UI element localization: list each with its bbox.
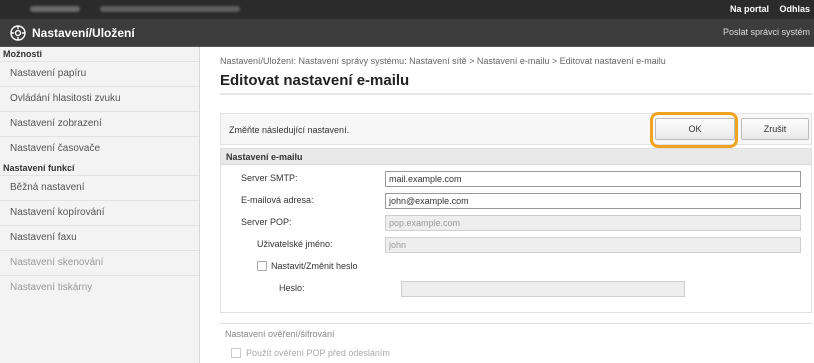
page-title: Editovat nastavení e-mailu (220, 72, 410, 89)
password-row: Heslo: (221, 278, 811, 300)
sidebar-item-volume[interactable]: Ovládání hlasitosti zvuku (0, 86, 199, 110)
title-bar: Nastavení/Uložení Poslat správci systém (0, 19, 814, 47)
password-input[interactable] (401, 281, 685, 297)
sidebar-item-scan[interactable]: Nastavení skenování (0, 250, 199, 274)
username-row: Uživatelské jméno: john (221, 234, 811, 256)
username-input[interactable]: john (385, 237, 801, 253)
sidebar-item-display[interactable]: Nastavení zobrazení (0, 111, 199, 135)
settings-icon (10, 25, 26, 41)
sidebar: Možnosti Nastavení papíru Ovládání hlasi… (0, 47, 200, 363)
smtp-row: Server SMTP: mail.example.com (221, 168, 811, 190)
ok-button[interactable]: OK (655, 118, 735, 140)
sidebar-item-common[interactable]: Běžná nastavení (0, 175, 199, 199)
sidebar-item-copy[interactable]: Nastavení kopírování (0, 200, 199, 224)
set-password-label: Nastavit/Změnit heslo (271, 261, 358, 271)
page-title-bar-text: Nastavení/Uložení (32, 26, 135, 40)
set-password-row: Nastavit/Změnit heslo (221, 256, 811, 278)
action-bar: Změňte následující nastavení. OK Zrušit (220, 112, 812, 148)
top-bar: Na portal Odhlas (0, 0, 814, 19)
email-section-title: Nastavení e-mailu (221, 149, 811, 165)
sidebar-item-paper[interactable]: Nastavení papíru (0, 61, 199, 85)
sidebar-section-functions: Nastavení funkcí (3, 163, 75, 173)
change-note: Změňte následující nastavení. (229, 125, 350, 135)
portal-link[interactable]: Na portal (730, 4, 769, 14)
sidebar-item-printer[interactable]: Nastavení tiskárny (0, 275, 199, 299)
email-input[interactable]: john@example.com (385, 193, 801, 209)
auth-section-title: Nastavení ověření/šifrování (225, 329, 335, 339)
blurred-logo (30, 6, 80, 12)
smtp-input[interactable]: mail.example.com (385, 171, 801, 187)
logout-link[interactable]: Odhlas (779, 4, 810, 14)
pop-row: Server POP: pop.example.com (221, 212, 811, 234)
breadcrumb: Nastavení/Uložení: Nastavení správy syst… (220, 56, 666, 66)
set-password-checkbox[interactable] (257, 261, 267, 271)
sidebar-item-timer[interactable]: Nastavení časovače (0, 136, 199, 160)
auth-encryption-section: Nastavení ověření/šifrování Použít ověře… (220, 323, 812, 363)
password-label: Heslo: (279, 283, 305, 293)
username-label: Uživatelské jméno: (257, 239, 333, 249)
email-row: E-mailová adresa: john@example.com (221, 190, 811, 212)
title-divider (220, 93, 812, 95)
cancel-button[interactable]: Zrušit (741, 118, 809, 140)
main-content: Nastavení/Uložení: Nastavení správy syst… (220, 47, 814, 363)
pop-auth-checkbox[interactable] (231, 348, 241, 358)
pop-input[interactable]: pop.example.com (385, 215, 801, 231)
email-settings-section: Nastavení e-mailu Server SMTP: mail.exam… (220, 148, 812, 313)
send-to-admin-link[interactable]: Poslat správci systém (723, 27, 810, 37)
email-label: E-mailová adresa: (241, 195, 314, 205)
pop-label: Server POP: (241, 217, 292, 227)
pop-auth-label: Použít ověření POP před odesláním (246, 348, 390, 358)
smtp-label: Server SMTP: (241, 173, 298, 183)
sidebar-section-options: Možnosti (3, 49, 42, 59)
blurred-device-name (100, 6, 240, 12)
sidebar-item-fax[interactable]: Nastavení faxu (0, 225, 199, 249)
